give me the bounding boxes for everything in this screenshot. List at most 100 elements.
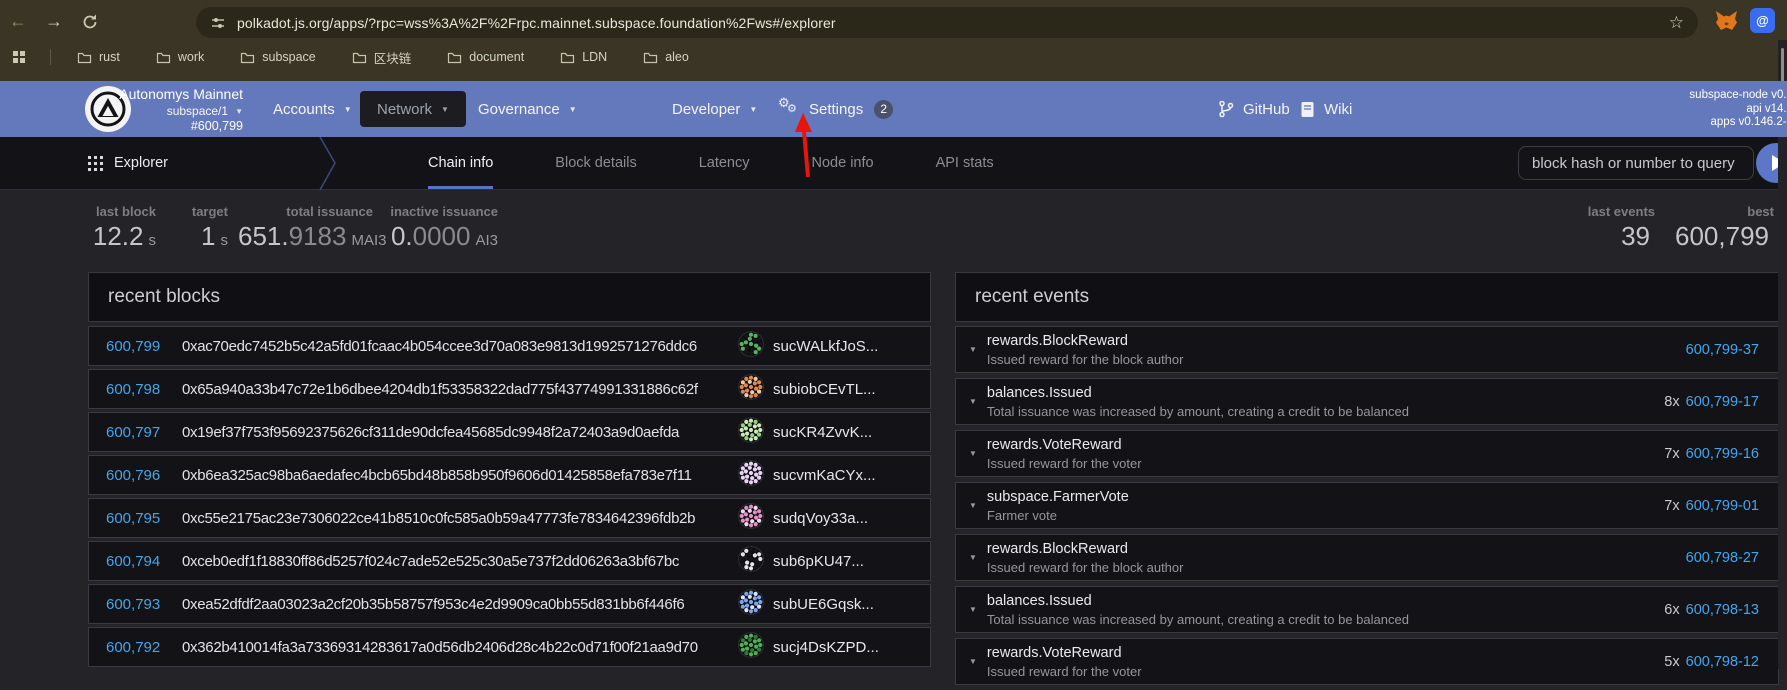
event-expand-toggle-icon[interactable]: ▼ [969,397,977,406]
author-identicon [738,589,764,620]
author-name-link[interactable]: sucWALkfJoS... [773,338,878,355]
github-link[interactable]: GitHub [1218,81,1290,137]
author-name-link[interactable]: sucj4DsKZPD... [773,639,879,656]
block-number-link[interactable]: 600,798 [106,381,182,398]
settings-badge: 2 [874,100,893,119]
event-text: rewards.VoteRewardIssued reward for the … [987,436,1142,472]
block-hash: 0xc55e2175ac23e7306022ce41b8510c0fc585a0… [182,510,695,527]
event-name: rewards.BlockReward [987,332,1184,350]
event-link-group: 7x600,799-16 [1664,446,1759,462]
tab-latency[interactable]: Latency [699,137,750,189]
stat-label: target [132,204,228,219]
tab-node-info[interactable]: Node info [812,137,874,189]
tab-block-details[interactable]: Block details [555,137,636,189]
book-icon [1300,101,1315,118]
bookmark-item[interactable]: 区块链 [352,48,412,67]
bookmark-star-icon[interactable]: ☆ [1669,13,1684,33]
sidebar-item-explorer[interactable]: Explorer [88,155,168,171]
block-number-link[interactable]: 600,796 [106,467,182,484]
event-description: Issued reward for the block author [987,352,1184,368]
event-expand-toggle-icon[interactable]: ▼ [969,449,977,458]
browser-extension-icon[interactable]: @ [1750,8,1775,33]
address-bar[interactable]: polkadot.js.org/apps/?rpc=wss%3A%2F%2Frp… [196,7,1698,38]
browser-forward-icon[interactable]: → [36,0,72,42]
event-block-link[interactable]: 600,799-16 [1686,446,1759,462]
author-name-link[interactable]: sucvmKaCYx... [773,467,876,484]
author-identicon [738,374,764,405]
event-name: rewards.VoteReward [987,436,1142,454]
recent-events-title: recent events [955,272,1779,322]
author-identicon [738,417,764,448]
event-count: 5x [1664,654,1679,670]
block-author: subiobCEvTL... [738,374,876,405]
scrollbar-thumb[interactable] [1781,48,1784,82]
event-block-link[interactable]: 600,798-13 [1686,602,1759,618]
browser-back-icon[interactable]: ← [0,0,36,42]
event-block-link[interactable]: 600,799-01 [1686,498,1759,514]
menu-item-settings[interactable]: ⚙⚙Settings2 [778,81,893,137]
event-row: ▼balances.IssuedTotal issuance was incre… [955,378,1779,425]
event-expand-toggle-icon[interactable]: ▼ [969,501,977,510]
event-name: balances.Issued [987,384,1409,402]
tab-chain-info[interactable]: Chain info [428,137,493,189]
event-block-link[interactable]: 600,798-27 [1686,550,1759,566]
event-expand-toggle-icon[interactable]: ▼ [969,345,977,354]
event-block-link[interactable]: 600,799-37 [1686,342,1759,358]
event-text: rewards.BlockReward Issued reward for the… [987,332,1184,368]
block-author: subUE6Gqsk... [738,589,874,620]
event-row: ▼ rewards.BlockReward Issued reward for th… [955,326,1779,373]
author-name-link[interactable]: sudqVoy33a... [773,510,868,527]
browser-reload-icon[interactable] [72,0,108,42]
event-row: ▼rewards.VoteRewardIssued reward for the… [955,638,1779,685]
folder-icon [643,51,658,64]
bookmark-item[interactable]: work [156,48,204,67]
author-name-link[interactable]: sucKR4ZvvK... [773,424,872,441]
folder-icon [156,51,171,64]
chevron-down-icon: ▼ [235,107,243,116]
block-query-input[interactable] [1518,146,1754,180]
bookmark-item[interactable]: LDN [560,48,607,67]
event-expand-toggle-icon[interactable]: ▼ [969,657,977,666]
event-block-link[interactable]: 600,799-17 [1686,394,1759,410]
block-author: sucj4DsKZPD... [738,632,879,663]
apps-grid-icon[interactable] [12,50,26,64]
chain-spec[interactable]: subspace/1▼ [90,105,243,117]
section-chevron-separator [318,137,338,190]
block-number-link[interactable]: 600,793 [106,596,182,613]
menu-label: Network [377,101,432,118]
wiki-link[interactable]: Wiki [1300,81,1352,137]
block-number-link[interactable]: 600,799 [106,338,182,355]
stat-best: best600,799 [1630,204,1774,255]
tab-api-stats[interactable]: API stats [936,137,994,189]
block-number-link[interactable]: 600,797 [106,424,182,441]
event-expand-toggle-icon[interactable]: ▼ [969,553,977,562]
block-row: 600,7940xceb0edf1f18830ff86d5257f024c7ad… [88,541,931,581]
bookmark-item[interactable]: document [447,48,524,67]
menu-item-network[interactable]: Network▼ [360,81,466,137]
chain-info: Autonomys Mainnet subspace/1▼ #600,799 [90,87,243,133]
event-block-link[interactable]: 600,798-12 [1686,654,1759,670]
browser-toolbar: ← → polkadot.js.org/apps/?rpc=wss%3A%2F%… [0,0,1787,42]
author-name-link[interactable]: sub6pKU47... [773,553,864,570]
bookmark-item[interactable]: subspace [240,48,316,67]
event-expand-toggle-icon[interactable]: ▼ [969,605,977,614]
metamask-extension-icon[interactable] [1714,8,1738,32]
stat-value: 1s [132,222,228,255]
author-name-link[interactable]: subUE6Gqsk... [773,596,874,613]
grid-icon [88,156,103,171]
menu-item-governance[interactable]: Governance▼ [478,81,577,137]
site-info-icon[interactable] [210,15,226,31]
bookmark-item[interactable]: aleo [643,48,689,67]
menu-highlight[interactable]: Network▼ [360,91,466,127]
block-number-link[interactable]: 600,795 [106,510,182,527]
stat-value: 600,799 [1630,222,1774,255]
block-number-link[interactable]: 600,792 [106,639,182,656]
menu-item-developer[interactable]: Developer▼ [672,81,757,137]
author-name-link[interactable]: subiobCEvTL... [773,381,876,398]
event-link-group: 600,798-27 [1680,550,1759,566]
block-number-link[interactable]: 600,794 [106,553,182,570]
git-branch-icon [1218,100,1234,118]
menu-item-accounts[interactable]: Accounts▼ [273,81,352,137]
chain-name: Autonomys Mainnet [90,87,243,101]
bookmark-item[interactable]: rust [77,48,120,67]
